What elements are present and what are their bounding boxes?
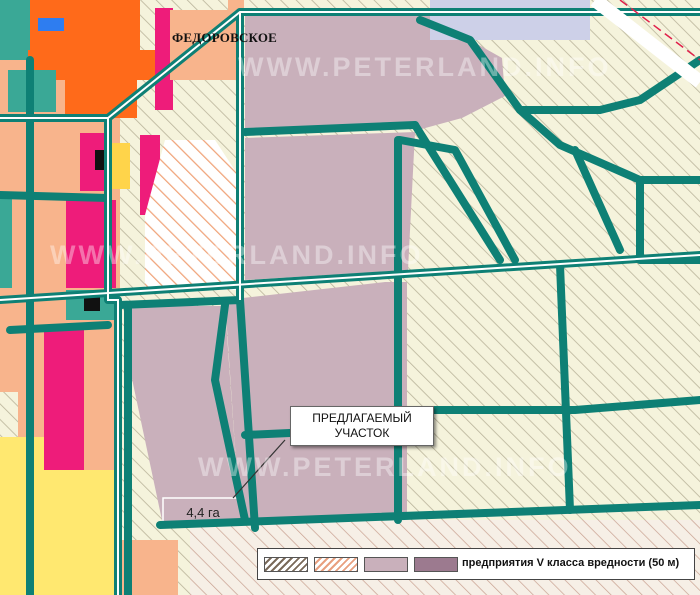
map-legend: предприятия V класса вредности (50 м) <box>257 548 695 580</box>
map-canvas <box>0 0 700 595</box>
legend-swatch-hatched-dark <box>264 557 308 572</box>
watermark: WWW.PETERLAND.INFO <box>198 452 572 482</box>
callout-line-2: УЧАСТОК <box>334 426 390 440</box>
watermark: WWW.PETERLAND.INFO <box>50 240 424 270</box>
legend-text: предприятия V класса вредности (50 м) <box>462 557 680 569</box>
watermark: WWW.PETERLAND.INFO <box>238 52 612 82</box>
callout-line-1: ПРЕДЛАГАЕМЫЙ <box>312 411 412 425</box>
legend-swatch-hatched-peach <box>314 557 358 572</box>
legend-swatch-mauve-dark <box>414 557 458 572</box>
proposed-plot-callout: ПРЕДЛАГАЕМЫЙ УЧАСТОК <box>290 406 434 446</box>
legend-swatch-mauve-light <box>364 557 408 572</box>
zoning-map[interactable]: ФЕДОРОВСКОЕ WWW.PETERLAND.INFO WWW.PETER… <box>0 0 700 595</box>
place-name-label: ФЕДОРОВСКОЕ <box>172 30 278 45</box>
plot-area-label: 4,4 га <box>186 504 220 520</box>
